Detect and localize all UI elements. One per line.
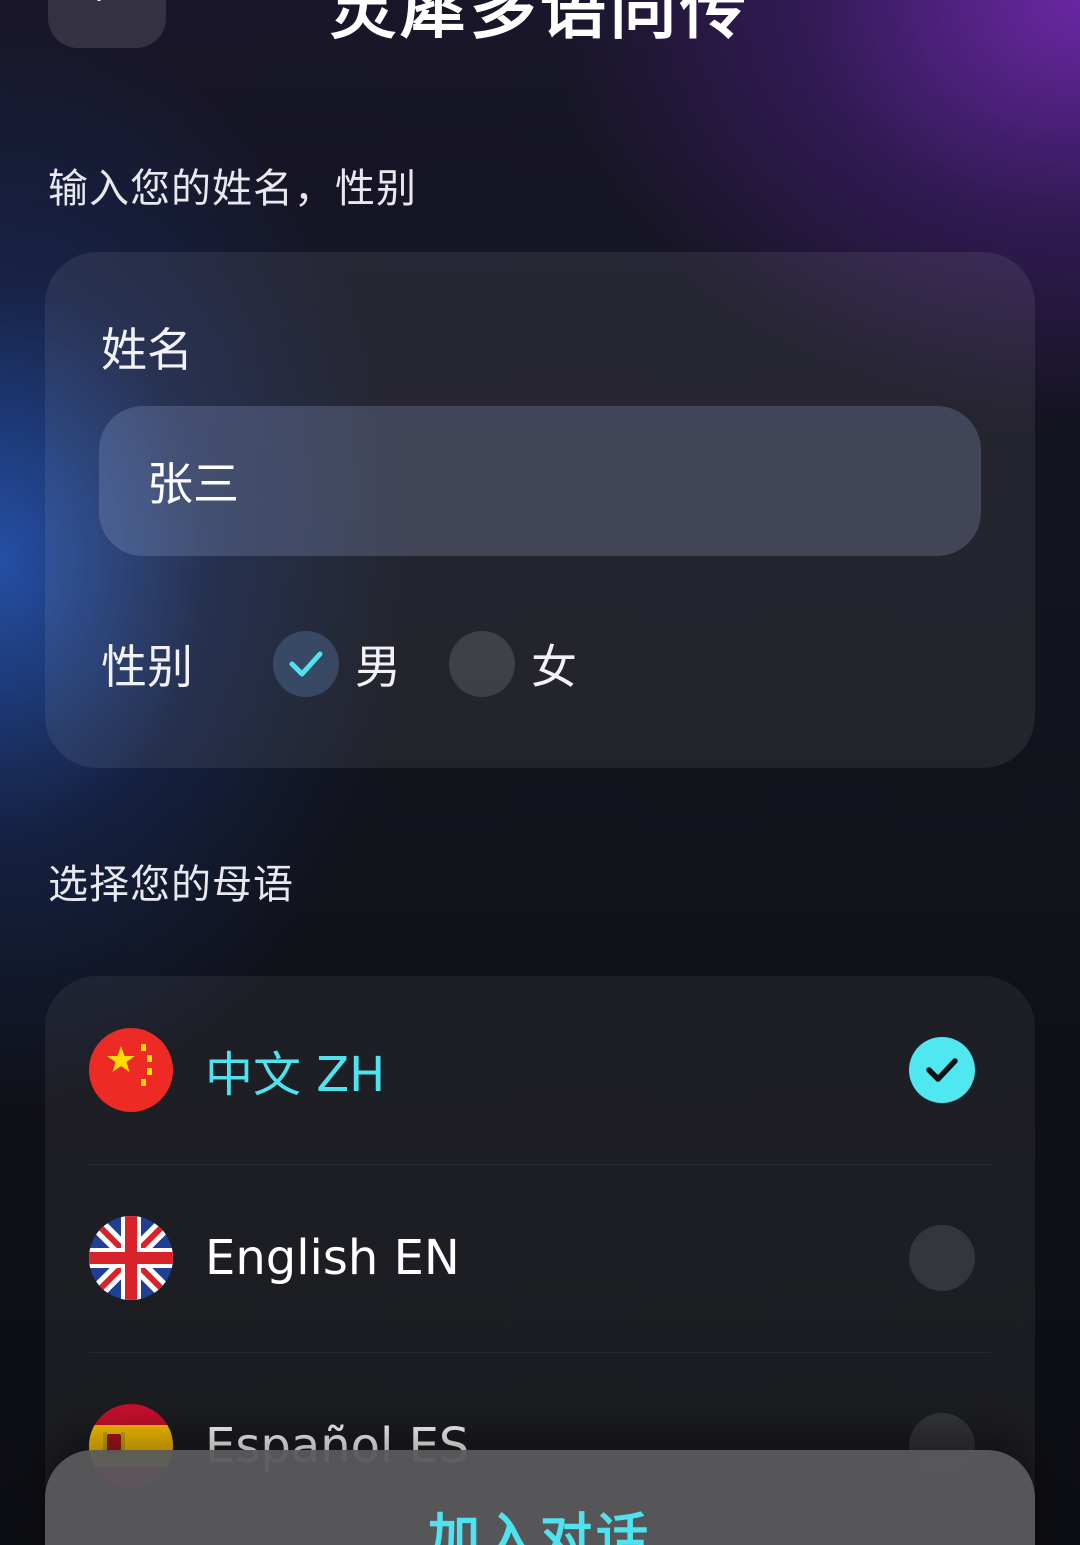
check-icon [926,1058,958,1082]
gender-female-label[interactable]: 女 [531,631,577,697]
gender-female-radio[interactable] [449,631,515,697]
name-label: 姓名 [101,323,193,377]
language-radio[interactable] [909,1225,975,1291]
divider [89,1352,991,1353]
screen: 灵犀多语同传 输入您的姓名，性别 姓名 张三 性别 男 女 选择您的母语 中文 … [0,0,1080,1545]
name-input[interactable]: 张三 [99,406,981,556]
language-item-en[interactable]: English EN [89,1214,975,1302]
page-title: 灵犀多语同传 [330,0,750,48]
uk-flag-icon [89,1216,173,1300]
language-item-zh[interactable]: 中文 ZH [89,1026,975,1114]
profile-card: 姓名 张三 性别 男 女 [45,252,1035,768]
check-icon [289,651,323,677]
profile-section-heading: 输入您的姓名，性别 [48,166,417,212]
language-section-heading: 选择您的母语 [48,862,294,908]
language-selected-indicator[interactable] [909,1037,975,1103]
divider [89,1164,991,1165]
gender-male-label[interactable]: 男 [355,631,401,697]
name-input-value: 张三 [147,457,239,511]
gender-row: 性别 男 女 [101,630,577,698]
gender-label: 性别 [101,640,193,694]
china-flag-icon [89,1028,173,1112]
language-name: 中文 ZH [205,1047,386,1103]
language-name: English EN [205,1230,460,1286]
join-conversation-button[interactable]: 加入对话 [45,1450,1035,1545]
gender-male-radio[interactable] [273,631,339,697]
join-button-label: 加入对话 [427,1509,652,1545]
